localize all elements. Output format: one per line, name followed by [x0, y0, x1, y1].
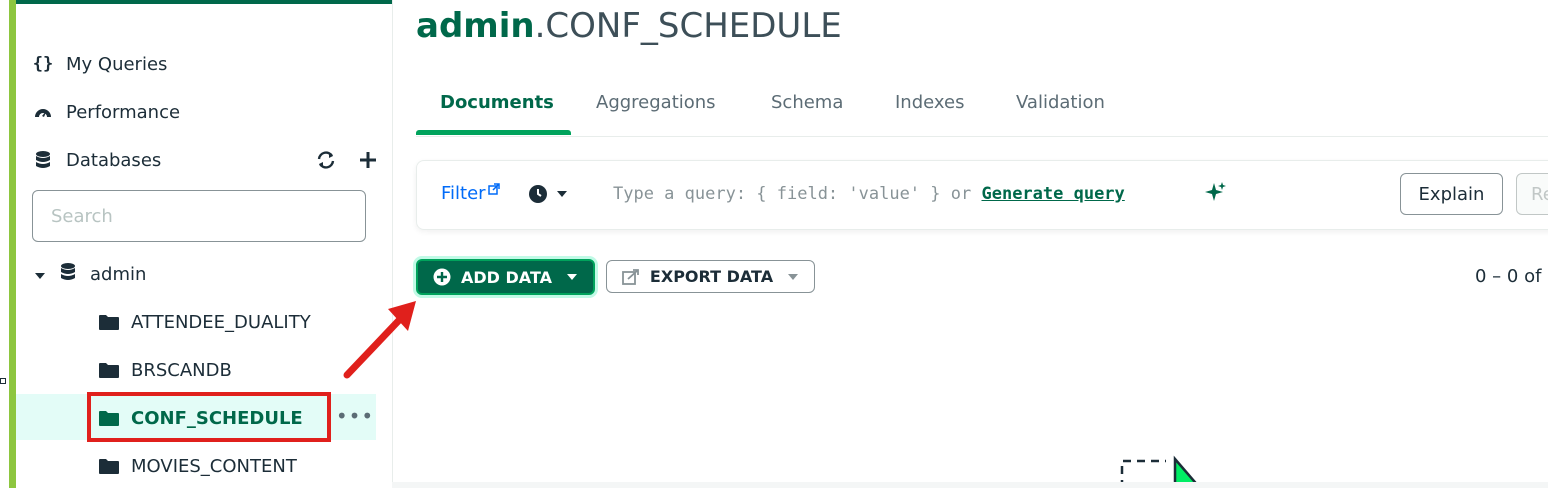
- export-data-label: EXPORT DATA: [649, 267, 774, 286]
- reset-button[interactable]: Re: [1516, 173, 1548, 215]
- add-data-button[interactable]: ADD DATA: [416, 259, 595, 295]
- sidebar-item-databases[interactable]: Databases: [32, 147, 161, 173]
- sidebar-item-label: Databases: [66, 149, 162, 171]
- tab-documents[interactable]: Documents: [440, 86, 554, 134]
- sidebar-item-label: My Queries: [66, 53, 168, 75]
- export-icon: [622, 268, 639, 285]
- refresh-icon[interactable]: [316, 150, 336, 174]
- tab-indexes[interactable]: Indexes: [895, 86, 964, 134]
- collection-label: MOVIES_CONTENT: [131, 455, 297, 477]
- clock-icon: [529, 185, 547, 203]
- tree-database-admin[interactable]: admin: [34, 261, 146, 287]
- sidebar-top-border: [16, 0, 392, 4]
- page-title: admin.CONF_SCHEDULE: [416, 6, 842, 46]
- filter-label: Filter: [441, 183, 486, 204]
- sparkle-icon: [1205, 181, 1227, 209]
- tab-validation[interactable]: Validation: [1016, 86, 1105, 134]
- title-collection: .CONF_SCHEDULE: [534, 6, 842, 46]
- sidebar-accent-bar: [9, 0, 16, 488]
- explain-button[interactable]: Explain: [1400, 173, 1503, 215]
- export-data-button[interactable]: EXPORT DATA: [606, 260, 815, 293]
- caret-down-icon: [788, 273, 799, 280]
- annotation-highlight-box: [87, 392, 331, 442]
- caret-down-icon[interactable]: [34, 264, 46, 285]
- sidebar-item-my-queries[interactable]: {} My Queries: [32, 51, 168, 77]
- sidebar-search-input[interactable]: Search: [32, 190, 366, 242]
- query-placeholder: Type a query: { field: 'value' } or: [613, 184, 972, 204]
- caret-down-icon: [557, 191, 567, 197]
- database-icon: [60, 262, 76, 287]
- gauge-icon: [32, 105, 54, 119]
- tab-bar: Documents Aggregations Schema Indexes Va…: [416, 86, 1548, 137]
- braces-icon: {}: [32, 54, 54, 74]
- search-placeholder: Search: [51, 205, 113, 227]
- filter-link[interactable]: Filter: [441, 183, 500, 204]
- caret-down-icon: [567, 274, 577, 280]
- collection-label: BRSCANDB: [131, 359, 232, 381]
- add-database-icon[interactable]: [358, 150, 378, 174]
- sidebar-item-performance[interactable]: Performance: [32, 99, 180, 125]
- folder-icon: [99, 458, 119, 474]
- add-data-label: ADD DATA: [461, 267, 552, 287]
- external-link-icon: [487, 183, 500, 198]
- resize-handle[interactable]: [0, 378, 6, 384]
- database-icon: [32, 150, 54, 170]
- active-tab-indicator: [416, 130, 571, 135]
- sidebar-item-label: Performance: [66, 101, 181, 123]
- tab-schema[interactable]: Schema: [771, 86, 843, 134]
- query-history-button[interactable]: [528, 184, 568, 204]
- tree-collection-item[interactable]: MOVIES_CONTENT: [99, 453, 297, 479]
- tree-collection-item[interactable]: ATTENDEE_DUALITY: [99, 309, 311, 335]
- tree-collection-item[interactable]: BRSCANDB: [99, 357, 232, 383]
- tab-aggregations[interactable]: Aggregations: [596, 86, 716, 134]
- query-input[interactable]: Type a query: { field: 'value' } or Gene…: [613, 184, 1125, 204]
- title-database: admin: [416, 6, 535, 46]
- plus-circle-icon: [433, 268, 451, 286]
- annotation-arrow-icon: [343, 301, 416, 379]
- folder-icon: [99, 362, 119, 378]
- pagination-count: 0 – 0 of: [1475, 266, 1542, 287]
- folder-icon: [99, 314, 119, 330]
- generate-query-link[interactable]: Generate query: [981, 184, 1124, 204]
- database-label: admin: [90, 263, 147, 285]
- window-edge: [0, 0, 9, 488]
- collection-label: ATTENDEE_DUALITY: [131, 311, 311, 333]
- content-bottom-divider: [392, 482, 1548, 488]
- ellipsis-icon[interactable]: •••: [336, 403, 373, 429]
